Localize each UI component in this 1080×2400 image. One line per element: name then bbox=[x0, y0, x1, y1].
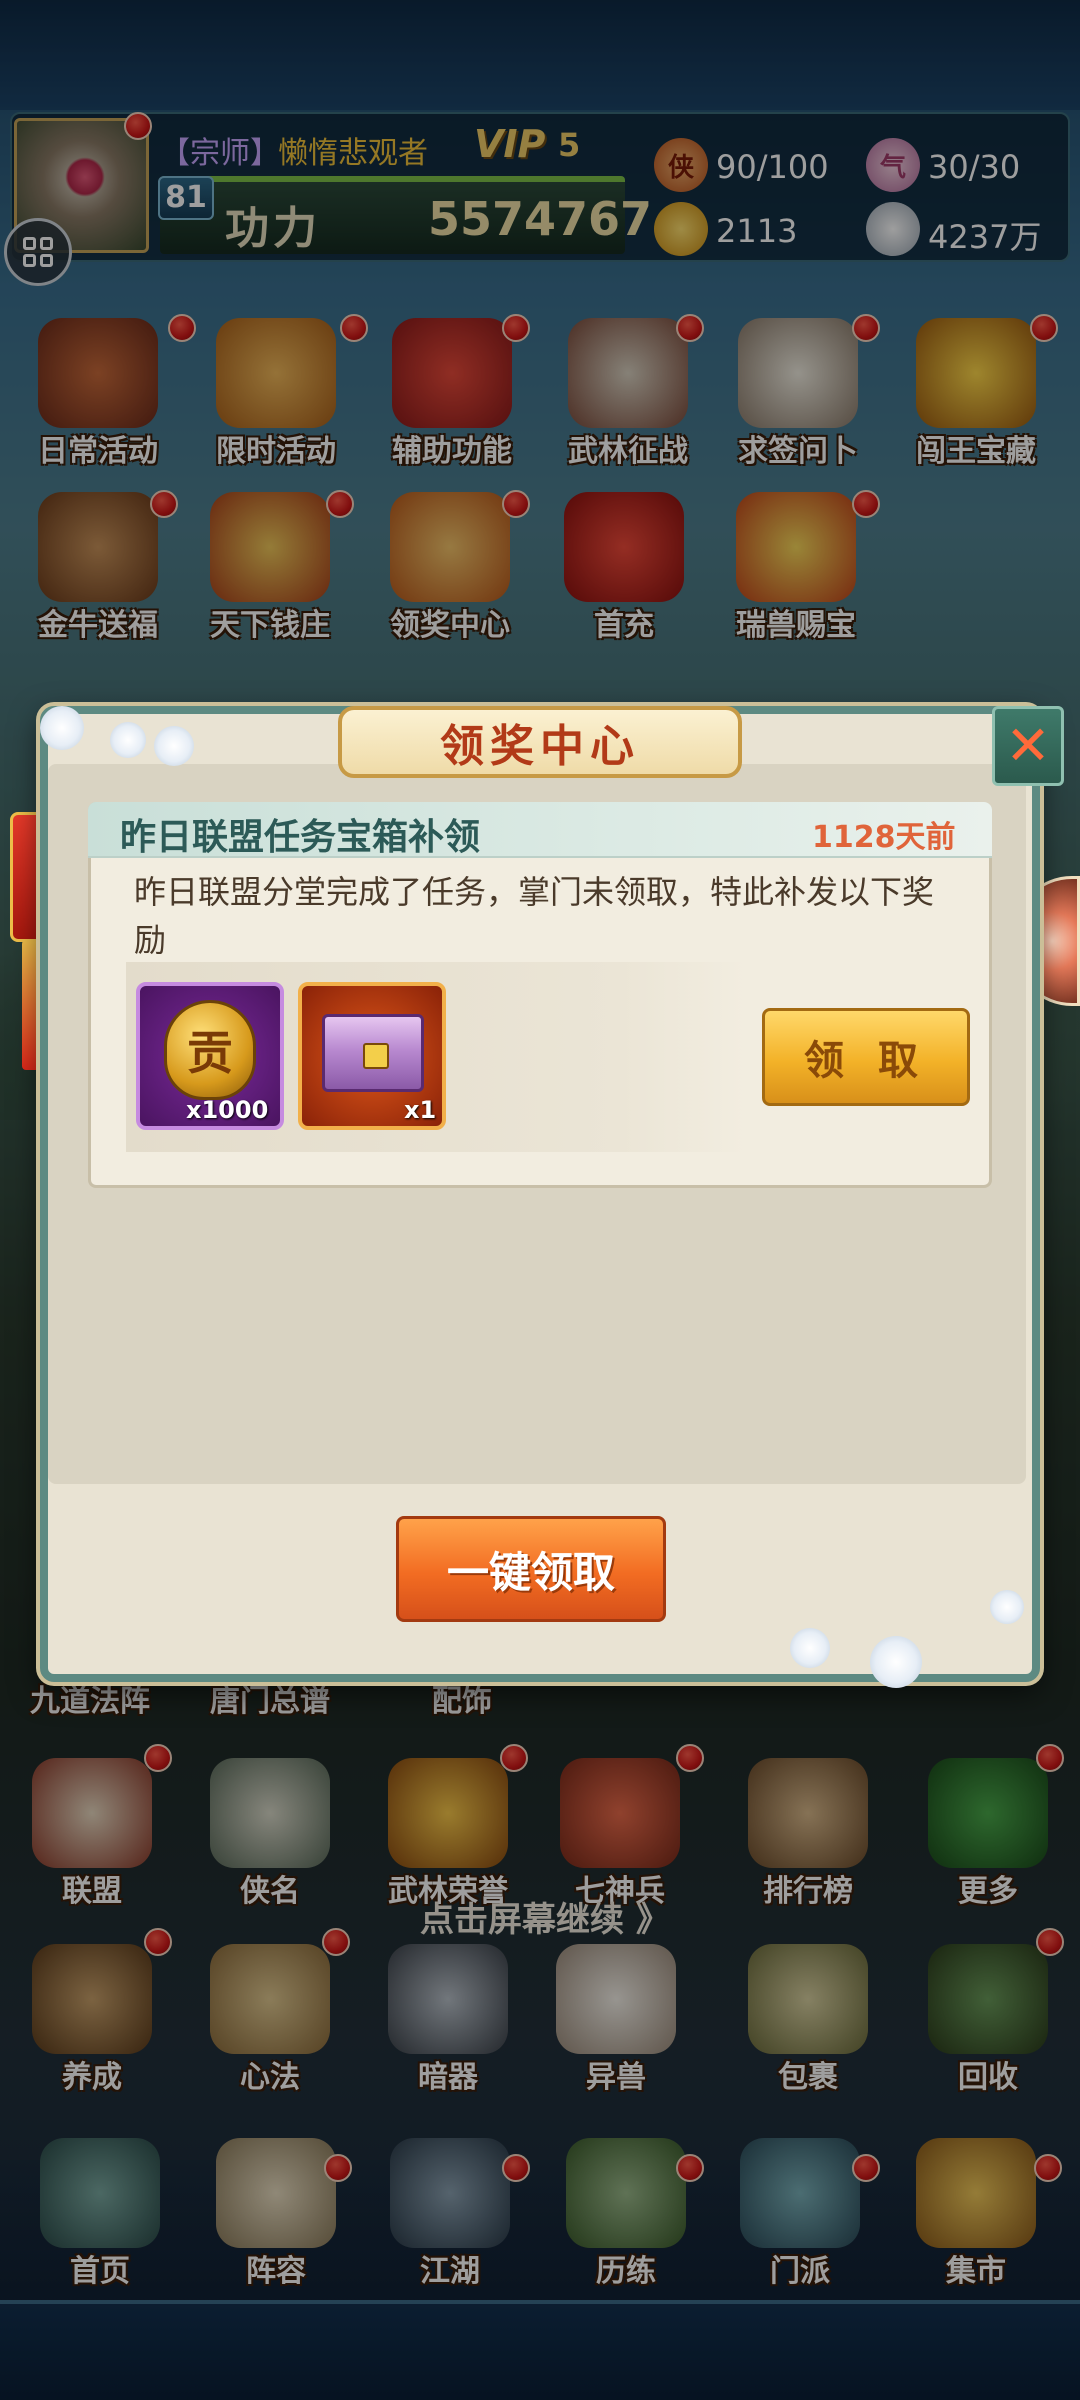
claim-all-button-label: 一键领取 bbox=[446, 1547, 615, 1597]
reward-card-time: 1128天前 bbox=[812, 820, 956, 855]
purple-chest-icon bbox=[322, 1014, 424, 1092]
reward-quantity: x1 bbox=[404, 1096, 437, 1124]
claim-button-label: 领 取 bbox=[804, 1038, 928, 1084]
dialog-title: 领奖中心 bbox=[440, 721, 640, 772]
reward-card-description: 昨日联盟分堂完成了任务，掌门未领取，特此补发以下奖励 bbox=[134, 873, 935, 959]
plum-blossom-decoration bbox=[154, 726, 194, 766]
plum-blossom-decoration bbox=[990, 1590, 1024, 1624]
claim-button[interactable]: 领 取 bbox=[762, 1008, 970, 1106]
plum-blossom-decoration bbox=[870, 1636, 922, 1688]
claim-all-button[interactable]: 一键领取 bbox=[396, 1516, 666, 1622]
dialog-title-banner: 领奖中心 bbox=[338, 706, 742, 778]
close-button[interactable]: ✕ bbox=[992, 706, 1064, 786]
plum-blossom-decoration bbox=[790, 1628, 830, 1668]
contribution-coin-icon: 贡 bbox=[164, 1000, 256, 1100]
reward-quantity: x1000 bbox=[186, 1096, 269, 1124]
close-icon: ✕ bbox=[1005, 714, 1051, 777]
plum-blossom-decoration bbox=[40, 706, 84, 750]
reward-card-title: 昨日联盟任务宝箱补领 bbox=[120, 817, 481, 858]
plum-blossom-decoration bbox=[110, 722, 146, 758]
